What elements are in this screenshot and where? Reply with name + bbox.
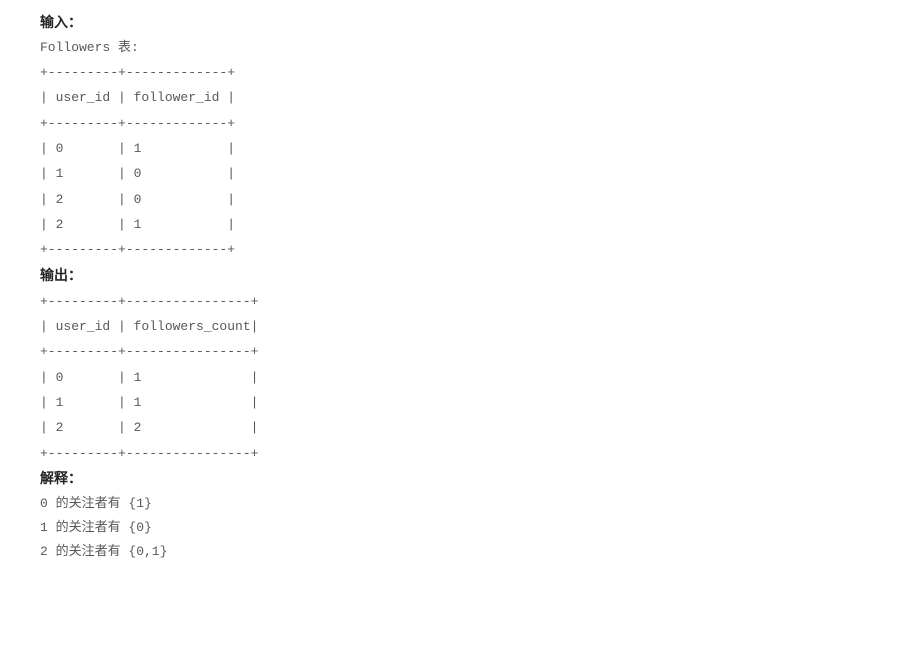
input-heading: 输入：	[40, 10, 867, 36]
input-ascii-table: +---------+-------------+ | user_id | fo…	[40, 60, 867, 263]
output-ascii-table: +---------+----------------+ | user_id |…	[40, 289, 867, 466]
explanation-line: 0 的关注者有 {1}	[40, 492, 867, 516]
output-heading: 输出：	[40, 263, 867, 289]
example-block: 输入： Followers 表: +---------+------------…	[40, 10, 867, 564]
explanation-line: 1 的关注者有 {0}	[40, 516, 867, 540]
input-table-label: Followers 表:	[40, 36, 867, 60]
explanation-line: 2 的关注者有 {0,1}	[40, 540, 867, 564]
explanation-heading: 解释：	[40, 466, 867, 492]
